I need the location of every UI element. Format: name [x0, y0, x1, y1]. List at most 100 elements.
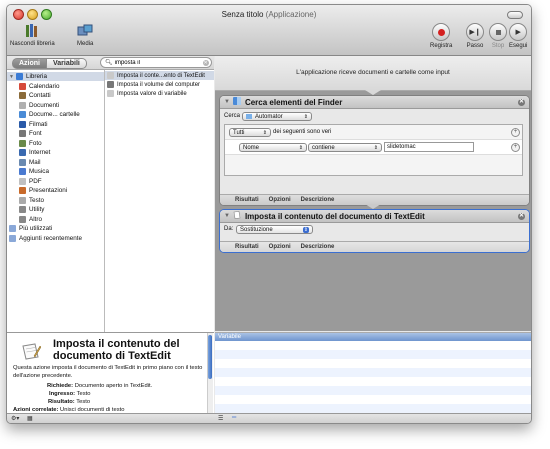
- library-item[interactable]: PDF: [19, 177, 42, 186]
- variables-column-header[interactable]: Variabile: [215, 333, 531, 341]
- library-item[interactable]: Presentazioni: [19, 186, 67, 195]
- variables-panel: Variabile: [215, 332, 531, 414]
- variables-view-icon[interactable]: ═: [232, 415, 236, 421]
- internet-icon: [19, 149, 26, 156]
- library-item-label: Documenti: [29, 101, 60, 109]
- operator-popup[interactable]: contiene ⇕: [308, 143, 382, 152]
- list-view-icon[interactable]: ☰: [218, 415, 223, 422]
- title-suffix: (Applicazione): [265, 10, 317, 19]
- condition-scope-value: Tutti: [233, 129, 245, 136]
- criterion-value-field[interactable]: slidetomac: [384, 142, 474, 152]
- tab-actions[interactable]: Azioni: [12, 58, 47, 69]
- input-row: Ingresso: Testo: [49, 391, 90, 397]
- field-popup[interactable]: Nome ⇕: [239, 143, 307, 152]
- library-item[interactable]: ▼ Libreria: [7, 72, 104, 81]
- mode-popup[interactable]: Sostituzione ⇕: [236, 225, 313, 234]
- stop-label: Stop: [491, 43, 505, 49]
- action-list-item-label: Imposta il volume del computer: [117, 81, 201, 88]
- library-item-label: Aggiunti recentemente: [19, 234, 83, 242]
- hide-library-button[interactable]: Nascondi libreria: [10, 23, 55, 47]
- requires-row: Richiede: Documento aperto in TextEdit.: [47, 383, 152, 389]
- finder-tab-results[interactable]: Risultati: [235, 197, 259, 203]
- library-item-label: Font: [29, 130, 42, 137]
- library-item[interactable]: Utility: [19, 205, 44, 214]
- action-list-item-label: Imposta valore di variabile: [117, 90, 187, 97]
- textedit-tab-options[interactable]: Opzioni: [269, 244, 291, 250]
- action-list-item[interactable]: Imposta valore di variabile: [107, 89, 187, 98]
- library-list: ▼ Libreria Calendario Contatti Documenti Docu…: [7, 70, 105, 332]
- library-item[interactable]: Foto: [19, 139, 42, 148]
- search-location-value: Automator: [255, 113, 283, 120]
- remove-action-icon[interactable]: ✕: [518, 98, 525, 106]
- result-row: Risultato: Testo: [48, 399, 90, 405]
- finder-icon: [232, 97, 241, 107]
- record-button[interactable]: Registra: [430, 23, 452, 49]
- library-item[interactable]: Internet: [19, 148, 50, 157]
- search-location-popup[interactable]: Automator ⇕: [242, 112, 312, 121]
- finder-tab-description[interactable]: Descrizione: [301, 197, 335, 203]
- most-used-icon: [9, 225, 16, 232]
- description-title-line2: documento di TextEdit: [53, 350, 171, 362]
- chevron-updown-icon: ⇕: [303, 113, 308, 120]
- step-button[interactable]: ▶❙ Passo: [466, 23, 484, 49]
- textedit-tab-description[interactable]: Descrizione: [301, 244, 335, 250]
- mail-icon: [19, 158, 26, 166]
- show-description-icon[interactable]: ▦: [27, 415, 33, 422]
- add-condition-icon[interactable]: +: [511, 128, 520, 137]
- disclosure-triangle-icon[interactable]: ▼: [9, 74, 14, 80]
- library-item[interactable]: Font: [19, 129, 42, 138]
- library-item[interactable]: Calendario: [19, 82, 59, 91]
- criterion-row: Nome ⇕ contiene ⇕ slidetomac +: [225, 139, 522, 155]
- finder-tab-options[interactable]: Opzioni: [269, 197, 291, 203]
- recently-added-icon: [9, 234, 16, 242]
- collapse-triangle-icon[interactable]: ▼: [224, 213, 230, 219]
- tab-variables[interactable]: Variabili: [47, 58, 87, 69]
- textedit-tab-results[interactable]: Risultati: [235, 244, 259, 250]
- library-item[interactable]: Docume... cartelle: [19, 110, 80, 119]
- action-list-item[interactable]: Imposta il conte...ento di TextEdit: [105, 71, 214, 80]
- description-scroll-thumb[interactable]: [208, 335, 212, 379]
- library-item[interactable]: Contatti: [19, 91, 51, 100]
- title-text: Senza titolo: [221, 10, 264, 19]
- actions-list: Imposta il conte...ento di TextEdit Impos…: [105, 70, 214, 332]
- search-icon: 🔍︎: [105, 60, 113, 66]
- collapse-triangle-icon[interactable]: ▼: [224, 99, 230, 105]
- record-icon: [432, 23, 451, 41]
- music-icon: [19, 168, 26, 175]
- toolbar-toggle-button[interactable]: [507, 11, 523, 19]
- condition-scope-popup[interactable]: Tutti ⇕: [229, 128, 271, 137]
- finder-action-header[interactable]: ▼ Cerca elementi del Finder ✕: [220, 96, 529, 109]
- variable-row: [215, 404, 531, 413]
- media-button[interactable]: Media: [77, 23, 93, 47]
- variable-row: [215, 368, 531, 377]
- variable-row: [215, 359, 531, 368]
- search-input[interactable]: [114, 59, 203, 66]
- library-item[interactable]: Mail: [19, 158, 41, 167]
- library-item-label: Musica: [29, 168, 49, 175]
- textedit-action-header[interactable]: ▼ Imposta il contenuto del documento di …: [220, 210, 529, 223]
- input-value: Testo: [76, 391, 91, 397]
- add-criterion-icon[interactable]: +: [511, 143, 520, 152]
- remove-action-icon[interactable]: ✕: [518, 212, 525, 220]
- run-button[interactable]: ▶ Esegui: [509, 23, 527, 49]
- library-item[interactable]: Filmati: [19, 120, 48, 129]
- library-item-label: Mail: [29, 158, 41, 166]
- library-item[interactable]: Musica: [19, 167, 49, 176]
- description-scrollbar[interactable]: [207, 333, 213, 414]
- library-item[interactable]: Documenti: [19, 101, 59, 110]
- folders-icon: [19, 111, 26, 118]
- stop-button[interactable]: Stop: [489, 23, 507, 49]
- mode-label: Da:: [224, 226, 234, 232]
- action-list-item[interactable]: Imposta il volume del computer: [107, 80, 200, 89]
- library-item[interactable]: Altro: [19, 215, 42, 224]
- gear-icon[interactable]: ⚙▾: [11, 415, 19, 422]
- library-item[interactable]: Più utilizzati: [9, 224, 52, 233]
- condition-box: Tutti ⇕ dei seguenti sono veri + Nome ⇕ …: [224, 124, 523, 176]
- workflow-area: L'applicazione riceve documenti e cartel…: [215, 56, 531, 331]
- folder-icon: [246, 114, 252, 119]
- text-icon: [19, 196, 26, 204]
- library-item[interactable]: Testo: [19, 196, 44, 205]
- library-item[interactable]: Aggiunti recentemente: [9, 234, 82, 243]
- clear-search-icon[interactable]: ✕: [202, 59, 209, 66]
- search-field[interactable]: 🔍︎ ✕: [100, 57, 212, 68]
